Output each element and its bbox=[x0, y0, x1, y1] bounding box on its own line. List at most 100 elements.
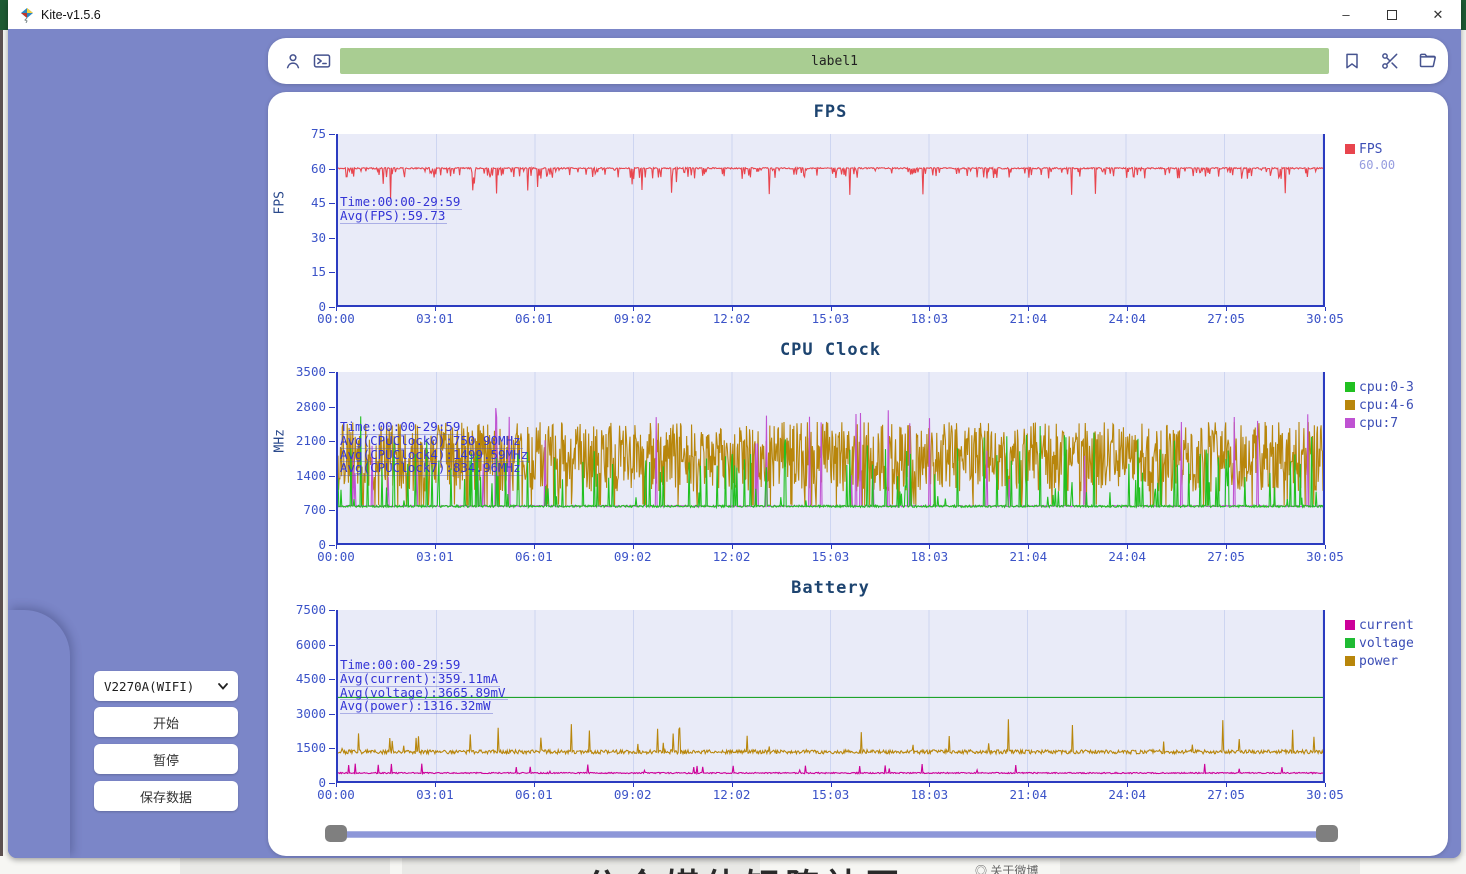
sidebar-rail bbox=[8, 610, 70, 858]
chart-plot[interactable] bbox=[336, 134, 1325, 307]
x-tick-mark bbox=[1325, 783, 1326, 787]
legend-swatch bbox=[1345, 400, 1355, 410]
bookmark-icon[interactable] bbox=[1342, 51, 1362, 71]
start-button[interactable]: 开始 bbox=[94, 707, 238, 737]
x-tick-label: 30:05 bbox=[1292, 549, 1358, 564]
x-tick-label: 27:05 bbox=[1193, 311, 1259, 326]
folder-icon[interactable] bbox=[1418, 51, 1438, 71]
legend-item[interactable]: current bbox=[1345, 616, 1414, 634]
legend-label: cpu:0-3 bbox=[1359, 380, 1414, 395]
x-tick-label: 06:01 bbox=[501, 311, 567, 326]
y-tick-label: 2800 bbox=[268, 399, 326, 414]
chart-annotation: Time:00:00-29:59Avg(CPUClock0):750.90MHz… bbox=[340, 421, 530, 476]
y-tick-mark bbox=[329, 441, 335, 442]
label-input[interactable] bbox=[340, 48, 1329, 74]
main-content: FPS FPS FPS60.00 Time:00:00-29:59Avg(FPS… bbox=[8, 29, 1461, 858]
x-tick-label: 15:03 bbox=[798, 549, 864, 564]
y-tick-mark bbox=[329, 307, 335, 308]
x-tick-mark bbox=[534, 307, 535, 311]
desktop-edge bbox=[0, 0, 8, 30]
y-tick-label: 4500 bbox=[268, 671, 326, 686]
scissors-icon[interactable] bbox=[1380, 51, 1400, 71]
x-tick-label: 12:02 bbox=[699, 787, 765, 802]
x-tick-label: 24:04 bbox=[1094, 311, 1160, 326]
legend-item[interactable]: cpu:7 bbox=[1345, 414, 1414, 432]
x-tick-label: 27:05 bbox=[1193, 787, 1259, 802]
maximize-button[interactable] bbox=[1369, 0, 1415, 29]
x-tick-label: 18:03 bbox=[896, 787, 962, 802]
x-tick-label: 00:00 bbox=[303, 311, 369, 326]
x-tick-mark bbox=[929, 307, 930, 311]
y-tick-mark bbox=[329, 272, 335, 273]
legend-item[interactable]: FPS bbox=[1345, 140, 1395, 158]
x-tick-label: 12:02 bbox=[699, 549, 765, 564]
legend-item[interactable]: cpu:0-3 bbox=[1345, 378, 1414, 396]
time-range-slider-handle-left[interactable] bbox=[325, 825, 347, 842]
x-tick-mark bbox=[1226, 783, 1227, 787]
y-tick-mark bbox=[329, 783, 335, 784]
y-tick-mark bbox=[329, 407, 335, 408]
y-tick-mark bbox=[329, 169, 335, 170]
chart-annotation: Time:00:00-29:59Avg(current):359.11mAAvg… bbox=[340, 659, 508, 714]
save-data-button[interactable]: 保存数据 bbox=[94, 781, 238, 811]
chart-legend: cpu:0-3cpu:4-6 cpu:7 bbox=[1345, 378, 1414, 432]
y-tick-mark bbox=[329, 510, 335, 511]
legend-value: 60.00 bbox=[1359, 158, 1395, 172]
legend-label: cpu:7 bbox=[1359, 416, 1398, 431]
legend-swatch bbox=[1345, 418, 1355, 428]
maximize-icon bbox=[1387, 10, 1397, 20]
x-tick-mark bbox=[1127, 307, 1128, 311]
x-tick-label: 06:01 bbox=[501, 549, 567, 564]
y-tick-mark bbox=[329, 372, 335, 373]
minimize-button[interactable]: – bbox=[1323, 0, 1369, 29]
titlebar: Kite-v1.5.6 – ✕ bbox=[8, 0, 1461, 29]
device-select-value: V2270A(WIFI) bbox=[104, 679, 194, 694]
user-icon[interactable] bbox=[283, 51, 303, 71]
y-tick-label: 15 bbox=[268, 264, 326, 279]
annotation-line: Avg(CPUClock7):834.96MHz bbox=[340, 462, 523, 476]
x-tick-label: 27:05 bbox=[1193, 549, 1259, 564]
background-heading: 公众媒体矩阵社区 bbox=[585, 859, 905, 874]
y-tick-mark bbox=[329, 134, 335, 135]
chevron-down-icon bbox=[217, 680, 229, 692]
y-tick-label: 3500 bbox=[268, 364, 326, 379]
device-select[interactable]: V2270A(WIFI) bbox=[94, 671, 238, 701]
legend-label: power bbox=[1359, 654, 1398, 669]
legend-label: current bbox=[1359, 618, 1414, 633]
y-tick-label: 7500 bbox=[268, 602, 326, 617]
legend-item[interactable]: power bbox=[1345, 652, 1414, 670]
y-tick-label: 75 bbox=[268, 126, 326, 141]
x-tick-label: 03:01 bbox=[402, 787, 468, 802]
legend-item[interactable]: voltage bbox=[1345, 634, 1414, 652]
x-tick-mark bbox=[435, 545, 436, 549]
x-tick-label: 06:01 bbox=[501, 787, 567, 802]
x-tick-mark bbox=[1226, 307, 1227, 311]
x-tick-label: 24:04 bbox=[1094, 549, 1160, 564]
app-window: Kite-v1.5.6 – ✕ bbox=[8, 0, 1461, 858]
x-tick-label: 00:00 bbox=[303, 787, 369, 802]
legend-swatch bbox=[1345, 144, 1355, 154]
background-about-link: ◎ 关于微博 bbox=[975, 862, 1038, 874]
x-tick-mark bbox=[633, 545, 634, 549]
y-tick-label: 700 bbox=[268, 502, 326, 517]
x-tick-mark bbox=[732, 783, 733, 787]
legend-item[interactable]: cpu:4-6 bbox=[1345, 396, 1414, 414]
annotation-line: Avg(power):1316.32mW bbox=[340, 700, 493, 714]
background-webpage-strip: 公众媒体矩阵社区 ◎ 关于微博 bbox=[0, 856, 1466, 874]
pause-button[interactable]: 暂停 bbox=[94, 744, 238, 774]
y-tick-label: 45 bbox=[268, 195, 326, 210]
x-tick-label: 03:01 bbox=[402, 549, 468, 564]
terminal-icon[interactable] bbox=[312, 51, 332, 71]
x-tick-mark bbox=[831, 545, 832, 549]
chart-legend: currentvoltage power bbox=[1345, 616, 1414, 670]
legend-swatch bbox=[1345, 656, 1355, 666]
close-button[interactable]: ✕ bbox=[1415, 0, 1461, 29]
x-tick-label: 09:02 bbox=[600, 549, 666, 564]
y-tick-mark bbox=[329, 203, 335, 204]
charts-card: FPS FPS FPS60.00 Time:00:00-29:59Avg(FPS… bbox=[268, 92, 1448, 856]
time-range-slider-track[interactable] bbox=[336, 831, 1327, 838]
chart-title: FPS bbox=[268, 102, 1393, 122]
x-tick-mark bbox=[336, 783, 337, 787]
time-range-slider-handle-right[interactable] bbox=[1316, 825, 1338, 842]
x-tick-label: 21:04 bbox=[995, 549, 1061, 564]
